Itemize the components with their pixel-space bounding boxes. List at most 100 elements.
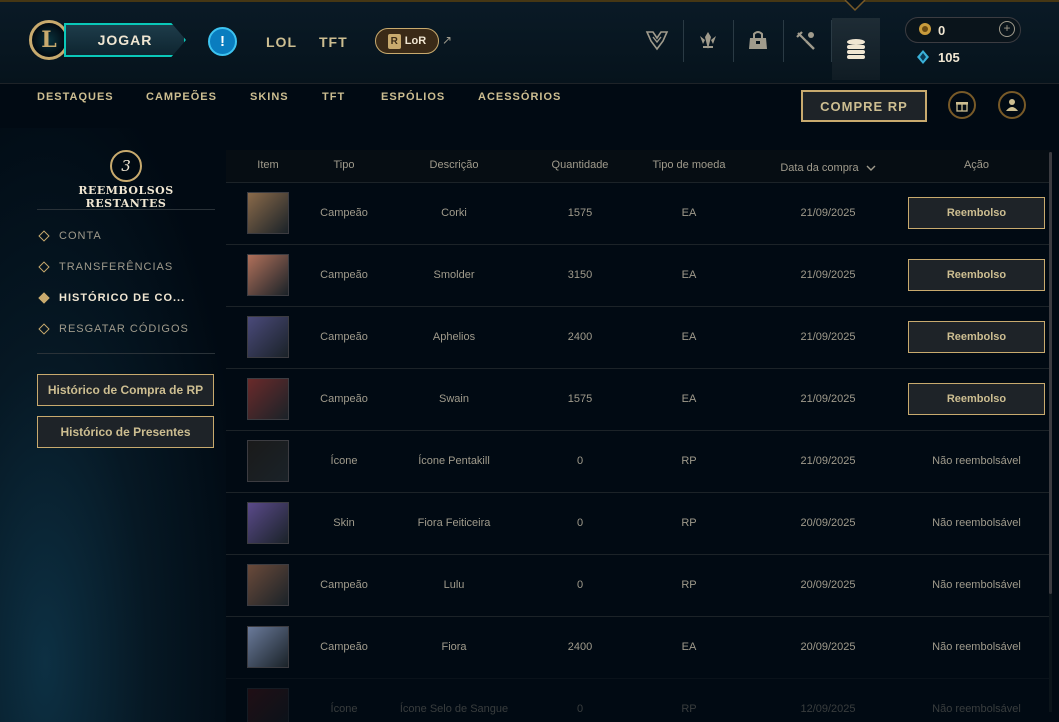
table-row: Campeão Swain 1575 EA 21/09/2025 Reembolso — [226, 368, 1050, 430]
cell-description: Swain — [439, 393, 469, 405]
nav-divider — [683, 20, 684, 62]
cell-type: Campeão — [320, 641, 368, 653]
cell-currency: RP — [681, 455, 697, 467]
cell-currency: RP — [681, 703, 697, 715]
cell-currency: RP — [681, 517, 697, 529]
cell-description: Ícone Selo de Sangue — [399, 703, 509, 715]
non-refundable-label: Não reembolsável — [932, 579, 1021, 591]
lol-tab[interactable]: LOL — [266, 34, 297, 50]
refund-button[interactable]: Reembolso — [908, 383, 1045, 415]
cell-type: Campeão — [320, 269, 368, 281]
table-row: Ícone Ícone Pentakill 0 RP 21/09/2025 Não ree… — [226, 430, 1050, 492]
cell-description: Aphelios — [432, 331, 476, 343]
refund-button[interactable]: Reembolso — [908, 321, 1045, 353]
crafting-icon[interactable] — [786, 18, 826, 62]
cell-currency: EA — [681, 269, 697, 281]
table-row: Skin Fiora Feiticeira 0 RP 20/09/2025 Não ree… — [226, 492, 1050, 554]
tft-tab[interactable]: TFT — [319, 34, 348, 50]
cell-currency: EA — [681, 331, 697, 343]
table-row: Ícone Ícone Selo de Sangue 0 RP 12/09/2025 Nã… — [226, 678, 1050, 722]
diamond-icon — [38, 323, 50, 335]
cell-description: Fiora — [441, 641, 467, 653]
cell-date: 21/09/2025 — [800, 455, 856, 467]
nav-divider — [733, 20, 734, 62]
cell-description: Lulu — [443, 579, 465, 591]
refund-button[interactable]: Reembolso — [908, 259, 1045, 291]
table-row: Campeão Fiora 2400 EA 20/09/2025 Não reembols… — [226, 616, 1050, 678]
lor-button[interactable]: R LoR — [375, 28, 439, 54]
header-date-sort[interactable]: Data da compra — [758, 153, 898, 185]
scrollbar-thumb[interactable] — [1049, 152, 1052, 594]
buy-rp-button[interactable]: COMPRE RP — [801, 90, 927, 122]
subnav-skins[interactable]: SKINS — [250, 91, 289, 103]
header-date: Data da compra — [780, 162, 859, 174]
non-refundable-label: Não reembolsável — [932, 703, 1021, 715]
add-rp-button[interactable]: + — [999, 21, 1015, 37]
gift-history-button[interactable]: Histórico de Presentes — [37, 416, 214, 448]
cell-date: 21/09/2025 — [800, 269, 856, 281]
refunds-remaining-count: 3 — [110, 150, 142, 182]
sidebar-divider — [37, 353, 215, 354]
cell-currency: EA — [681, 207, 697, 219]
trophy-icon[interactable] — [637, 18, 677, 62]
gift-icon[interactable] — [948, 91, 976, 119]
sidebar-divider — [37, 209, 215, 210]
play-button[interactable]: JOGAR — [64, 23, 186, 57]
blue-essence-icon — [917, 50, 929, 64]
refund-button[interactable]: Reembolso — [908, 197, 1045, 229]
account-icon[interactable] — [998, 91, 1026, 119]
cell-date: 12/09/2025 — [800, 703, 856, 715]
item-thumbnail — [247, 192, 289, 234]
clash-icon[interactable] — [688, 18, 728, 62]
cell-date: 20/09/2025 — [800, 641, 856, 653]
store-icon[interactable] — [832, 18, 880, 80]
sidebar-item-transfers[interactable]: TRANSFERÊNCIAS — [37, 258, 173, 276]
cell-date: 21/09/2025 — [800, 207, 856, 219]
sidebar-item-purchase-history[interactable]: HISTÓRICO DE CO... — [37, 289, 185, 307]
header-description: Descrição — [429, 159, 479, 171]
sidebar-item-account[interactable]: CONTA — [37, 227, 102, 245]
cell-type: Skin — [333, 517, 355, 529]
sidebar-item-redeem-codes[interactable]: RESGATAR CÓDIGOS — [37, 320, 189, 338]
subnav-champions[interactable]: CAMPEÕES — [146, 91, 217, 103]
subnav-tft[interactable]: TFT — [322, 91, 345, 103]
chevron-down-icon — [866, 165, 876, 171]
active-chevron-icon — [844, 0, 866, 12]
subnav-featured[interactable]: DESTAQUES — [37, 91, 114, 103]
rp-amount: 0 — [938, 23, 946, 38]
cell-quantity: 0 — [576, 455, 584, 467]
cell-quantity: 1575 — [567, 207, 593, 219]
table-row: Campeão Corki 1575 EA 21/09/2025 Reembolso — [226, 182, 1050, 244]
header-currency: Tipo de moeda — [652, 159, 726, 171]
item-thumbnail — [247, 440, 289, 482]
subnav-accessories[interactable]: ACESSÓRIOS — [478, 91, 561, 103]
rp-purchase-history-button[interactable]: Histórico de Compra de RP — [37, 374, 214, 406]
item-thumbnail — [247, 564, 289, 606]
cell-description: Fiora Feiticeira — [417, 517, 491, 529]
table-row: Campeão Smolder 3150 EA 21/09/2025 Reembolso — [226, 244, 1050, 306]
cell-quantity: 0 — [576, 579, 584, 591]
header-item: Item — [257, 159, 279, 171]
cell-type: Ícone — [330, 455, 358, 467]
cell-quantity: 2400 — [567, 641, 593, 653]
diamond-icon — [38, 261, 50, 273]
cell-description: Smolder — [433, 269, 475, 281]
cell-type: Ícone — [330, 703, 358, 715]
header-action: Ação — [963, 159, 990, 171]
cell-quantity: 0 — [576, 517, 584, 529]
cell-date: 21/09/2025 — [800, 331, 856, 343]
purchase-history-table: Item Tipo Descrição Quantidade Tipo de m… — [226, 150, 1050, 722]
inventory-icon[interactable] — [738, 18, 778, 62]
diamond-icon — [38, 292, 50, 304]
header-quantity: Quantidade — [551, 159, 609, 171]
cell-currency: EA — [681, 641, 697, 653]
subnav-loot[interactable]: ESPÓLIOS — [381, 91, 445, 103]
league-logo-icon[interactable]: L — [29, 20, 69, 60]
header-type: Tipo — [333, 159, 355, 171]
cell-type: Campeão — [320, 331, 368, 343]
cell-type: Campeão — [320, 579, 368, 591]
alert-icon[interactable]: ! — [208, 27, 237, 56]
item-thumbnail — [247, 378, 289, 420]
lor-badge-icon: R — [387, 33, 401, 49]
sidebar-item-label: HISTÓRICO DE CO... — [59, 292, 186, 304]
